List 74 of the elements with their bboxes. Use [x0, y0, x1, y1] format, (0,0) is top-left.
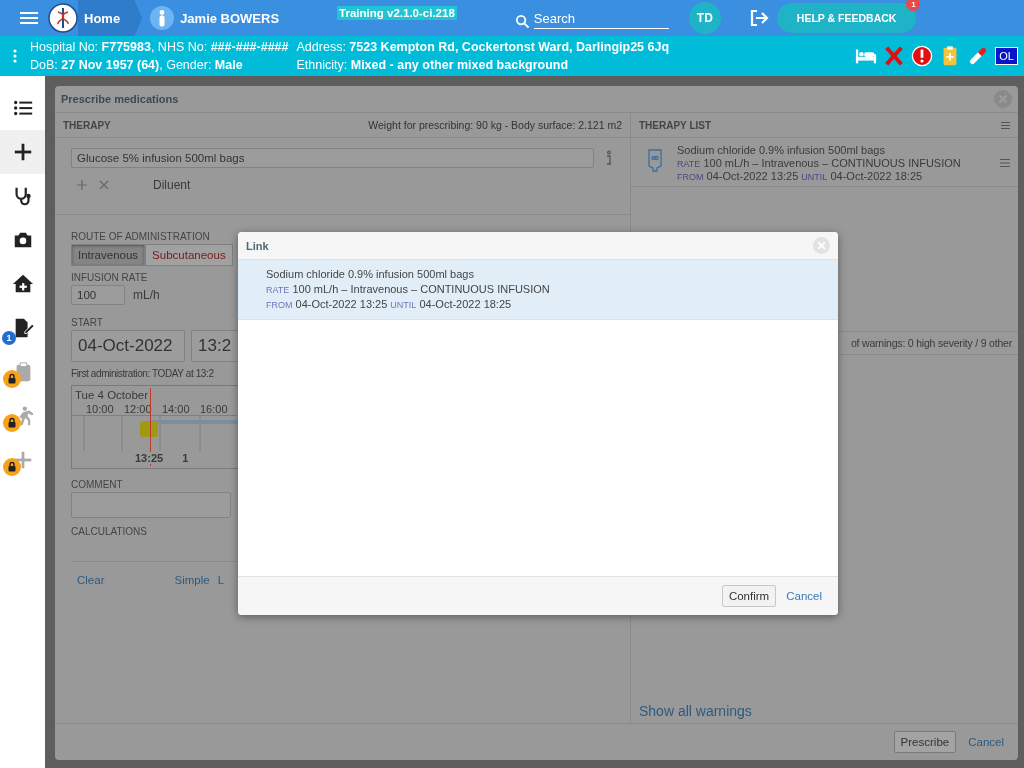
- house-plus-icon: [11, 273, 34, 295]
- hour-label: 10:00: [86, 403, 115, 415]
- confirm-button[interactable]: Confirm: [721, 585, 777, 607]
- lock-icon: [3, 458, 21, 476]
- dose-time: 1: [182, 452, 189, 464]
- route-option[interactable]: Subcutaneous: [145, 244, 233, 266]
- sidebar-item[interactable]: 1: [0, 306, 45, 350]
- person-icon: [150, 6, 175, 30]
- build-label: Training v2.1.0-ci.218: [337, 6, 457, 20]
- search-icon[interactable]: [514, 14, 530, 29]
- timeline-day: Tue 4 October: [72, 386, 238, 401]
- dose-time: 13:25: [134, 452, 165, 464]
- first-administration: First administration: TODAY at 13:2: [71, 368, 214, 379]
- mode-link[interactable]: Simple: [174, 574, 210, 586]
- rate-field[interactable]: 100: [71, 285, 125, 305]
- medication-name: Sodium chloride 0.9% infusion 500ml bags: [266, 268, 475, 280]
- help-feedback-button[interactable]: HELP & FEEDBACK 1: [776, 3, 917, 33]
- period-line: FROM 04-Oct-2022 13:25 UNTIL 04-Oct-2022 18:25: [677, 170, 924, 182]
- dialog-title: Prescribe medications: [61, 93, 179, 105]
- infusion-bag-icon: [647, 148, 663, 172]
- medication-field[interactable]: Glucose 5% infusion 500ml bags: [71, 148, 594, 168]
- period-line: FROM 04-Oct-2022 13:25 UNTIL 04-Oct-2022 18:25: [266, 298, 513, 310]
- cancel-link[interactable]: Cancel: [786, 590, 822, 602]
- plus-icon[interactable]: [77, 180, 87, 190]
- prescribe-button[interactable]: Prescribe: [893, 731, 957, 753]
- route-option[interactable]: Intravenous: [71, 244, 146, 266]
- hour-label: 16:00: [200, 403, 229, 415]
- menu-icon[interactable]: [20, 10, 40, 26]
- dialog-title: Link: [246, 239, 269, 252]
- logo-icon[interactable]: [48, 3, 78, 33]
- diluent-label: Diluent: [153, 178, 191, 192]
- logout-icon[interactable]: [748, 8, 769, 28]
- unit-label: mL/h: [133, 288, 160, 302]
- sidebar-item[interactable]: [0, 130, 45, 174]
- hospital-number: Hospital No: F775983, NHS No: ###-###-####: [30, 40, 289, 54]
- info-icon[interactable]: [604, 150, 614, 166]
- field-label: COMMENT: [71, 479, 123, 490]
- section-heading: THERAPY LIST: [639, 119, 712, 131]
- mode-link[interactable]: Clear: [77, 574, 105, 586]
- rate-line: RATE 100 mL/h – Intravenous – CONTINUOUS INFUSION: [677, 157, 962, 169]
- status-badge[interactable]: OL: [995, 47, 1018, 65]
- rate-line: RATE 100 mL/h – Intravenous – CONTINUOUS INFUSION: [266, 283, 551, 295]
- weight-info: Weight for prescribing: 90 kg - Body surface: 2.121 m2: [368, 119, 622, 131]
- date-of-birth: DoB: 27 Nov 1957 (64), Gender: Male: [30, 58, 244, 72]
- menu-icon[interactable]: [1000, 158, 1010, 168]
- count-badge: 1: [2, 331, 16, 345]
- close-icon[interactable]: [99, 180, 109, 190]
- medication-name: Sodium chloride 0.9% infusion 500ml bags: [677, 144, 886, 156]
- lock-icon: [3, 414, 21, 432]
- warnings-summary: of warnings: 0 high severity / 9 other: [850, 336, 1012, 349]
- more-icon[interactable]: [12, 48, 18, 64]
- field-label: START: [71, 317, 103, 328]
- date-field[interactable]: 04-Oct-2022: [71, 330, 185, 362]
- field-label: CALCULATIONS: [71, 526, 147, 537]
- mode-link[interactable]: L: [217, 574, 225, 586]
- cross-icon[interactable]: [883, 45, 906, 67]
- field-label: ROUTE OF ADMINISTRATION: [71, 231, 210, 242]
- section-heading: THERAPY: [63, 119, 111, 131]
- show-warnings-link[interactable]: Show all warnings: [639, 703, 752, 719]
- menu-icon[interactable]: [1001, 120, 1010, 130]
- comment-field[interactable]: [71, 492, 231, 518]
- search-field[interactable]: Search: [533, 11, 669, 29]
- field-label: INFUSION RATE: [71, 272, 148, 283]
- cancel-link[interactable]: Cancel: [968, 736, 1004, 748]
- hour-label: 14:00: [162, 403, 191, 415]
- user-avatar[interactable]: TD: [688, 2, 721, 34]
- ethnicity: Ethnicity: Mixed - any other mixed background: [296, 58, 570, 72]
- home-breadcrumb[interactable]: Home: [78, 0, 143, 36]
- patient-name[interactable]: Jamie BOWERS: [180, 10, 280, 26]
- address: Address: 7523 Kempton Rd, Cockertonst Ward, Darlingip25 6Jq: [296, 40, 670, 54]
- therapy-option[interactable]: Sodium chloride 0.9% infusion 500ml bags RATE 100 mL/h – Intravenous – CONTINUOUS INFUSION FROM 04-Oct-2022 13:25 UNTIL 04-Oct-2022 18:25: [238, 260, 838, 320]
- notification-badge: 1: [906, 0, 921, 11]
- lock-icon: [3, 370, 21, 388]
- alert-icon[interactable]: [911, 45, 934, 67]
